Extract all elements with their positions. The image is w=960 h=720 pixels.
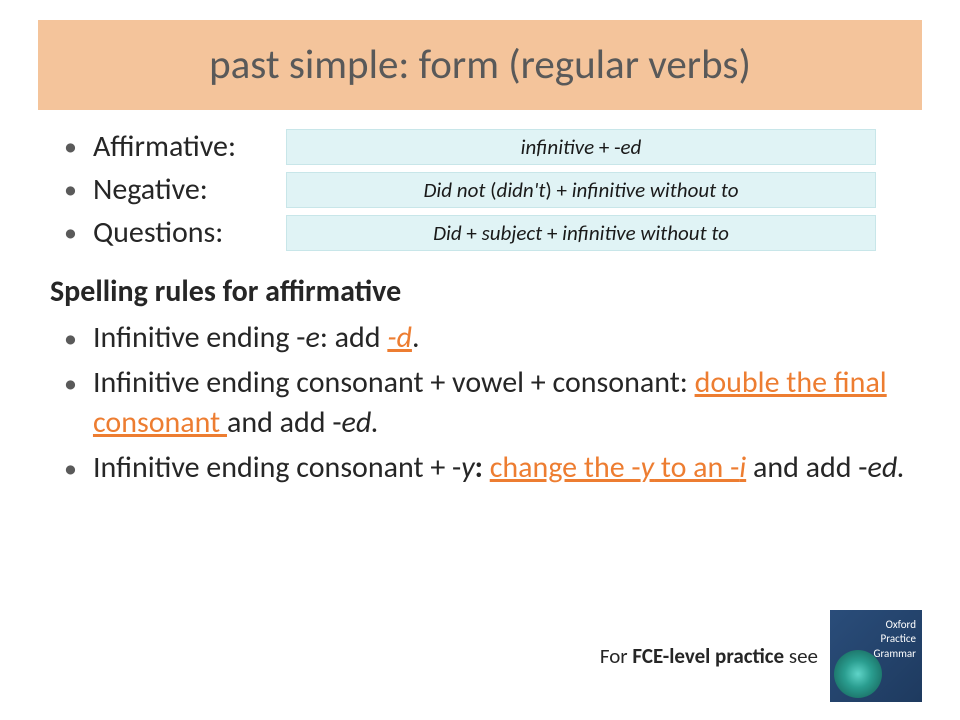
slide-title: past simple: form (regular verbs) <box>66 40 894 90</box>
footer: For FCE-level practice see Oxford Practi… <box>600 610 922 702</box>
rule-item-3: • Infinitive ending consonant + -y: chan… <box>46 448 914 489</box>
form-value-negative: Did not (didn't) + infinitive without to <box>286 172 876 208</box>
rule-text: Infinitive ending consonant + vowel + co… <box>93 363 914 444</box>
form-row-affirmative: • Affirmative: infinitive + -ed <box>46 128 914 165</box>
bullet-icon: • <box>64 128 77 164</box>
bullet-icon: • <box>64 214 77 250</box>
form-label-affirmative: • Affirmative: <box>46 128 276 165</box>
section-heading: Spelling rules for affirmative <box>46 273 914 310</box>
form-value-affirmative: infinitive + -ed <box>286 129 876 165</box>
footer-text: For FCE-level practice see <box>600 643 818 669</box>
bullet-icon: • <box>64 171 77 207</box>
book-swirl-graphic <box>834 650 882 698</box>
form-label-questions: • Questions: <box>46 214 276 251</box>
footer-prefix: For <box>600 643 633 669</box>
form-label-text: Negative: <box>93 171 208 208</box>
form-label-negative: • Negative: <box>46 171 276 208</box>
bullet-icon: • <box>64 448 77 488</box>
book-title-line3: Grammar <box>874 647 917 661</box>
form-value-questions: Did + subject + infinitive without to <box>286 215 876 251</box>
bullet-icon: • <box>64 318 77 358</box>
slide-content: • Affirmative: infinitive + -ed • Negati… <box>38 128 922 488</box>
form-label-text: Questions: <box>93 214 223 251</box>
title-bar: past simple: form (regular verbs) <box>38 20 922 110</box>
footer-bold: FCE-level practice <box>632 643 784 669</box>
rule-item-1: • Infinitive ending -e: add -d. <box>46 318 914 359</box>
book-cover: Oxford Practice Grammar <box>830 610 922 702</box>
book-title-line1: Oxford <box>886 618 916 632</box>
form-row-questions: • Questions: Did + subject + infinitive … <box>46 214 914 251</box>
bullet-icon: • <box>64 363 77 403</box>
rule-text: Infinitive ending consonant + -y: change… <box>93 448 914 489</box>
form-row-negative: • Negative: Did not (didn't) + infinitiv… <box>46 171 914 208</box>
rule-text: Infinitive ending -e: add -d. <box>93 318 914 359</box>
slide: past simple: form (regular verbs) • Affi… <box>0 0 960 720</box>
footer-suffix: see <box>784 643 818 669</box>
book-title-line2: Practice <box>881 632 916 646</box>
rule-item-2: • Infinitive ending consonant + vowel + … <box>46 363 914 444</box>
form-label-text: Affirmative: <box>93 128 236 165</box>
